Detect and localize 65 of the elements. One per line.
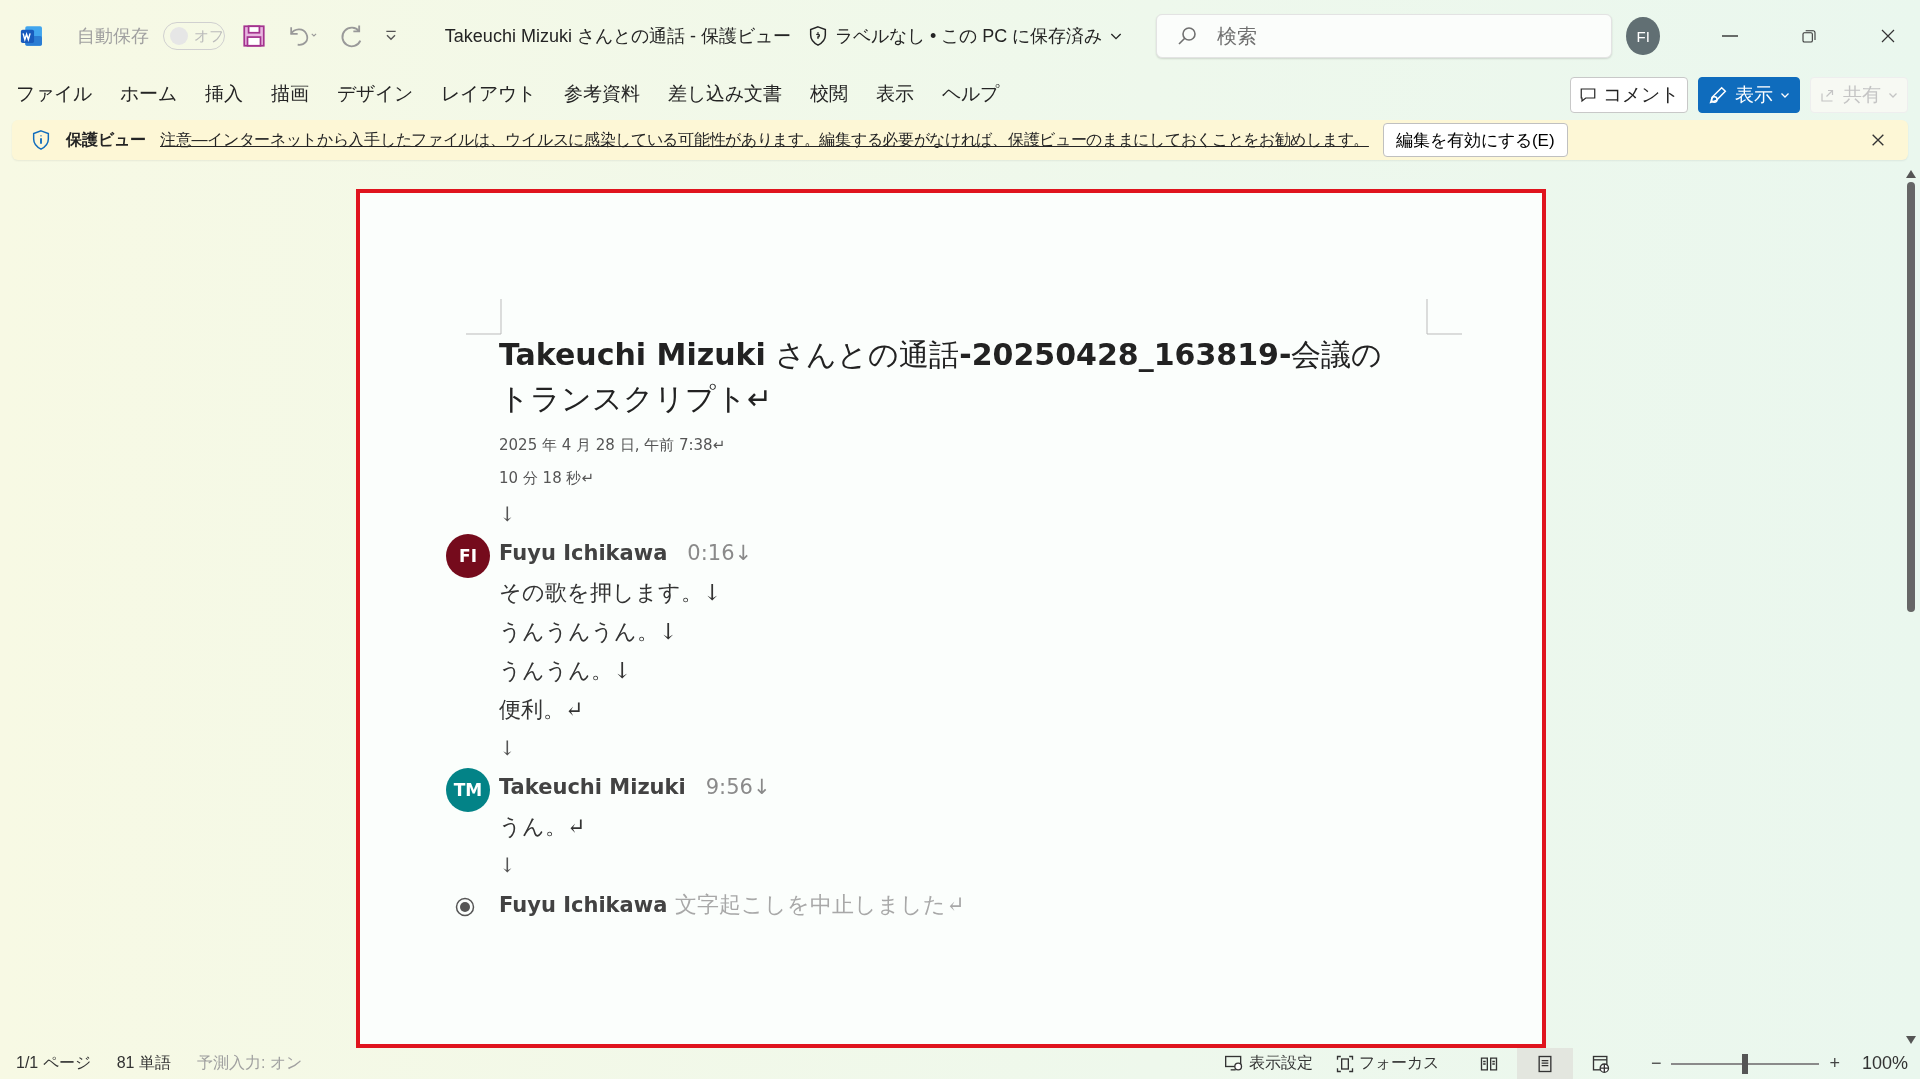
crop-mark <box>1426 299 1462 335</box>
label-status-button[interactable]: ラベルなし • この PC に保存済み <box>804 22 1127 50</box>
transcription-stopped-text: 文字起こしを中止しました↵ <box>675 891 965 919</box>
timestamp: 0:16↓ <box>687 540 753 567</box>
ribbon-tab[interactable]: デザイン <box>337 74 413 116</box>
zoom-percent[interactable]: 100% <box>1861 1053 1908 1074</box>
close-icon <box>1870 132 1886 148</box>
meeting-date: 2025 年 4 月 28 日, 午前 7:38↵ <box>499 435 727 456</box>
word-logo-icon[interactable] <box>20 24 43 48</box>
line-break-mark: ↓ <box>499 735 517 762</box>
speaker-avatar: TM <box>446 768 490 812</box>
autosave-label: 自動保存 <box>76 25 149 48</box>
comment-icon <box>1579 86 1597 104</box>
user-avatar[interactable]: FI <box>1626 17 1660 55</box>
document-title: Takeuchi Mizuki さんとの通話 - 保護ビュー <box>444 25 791 48</box>
transcript-line: うんうん。↓ <box>499 657 633 685</box>
display-settings-button[interactable]: 表示設定 <box>1222 1053 1313 1074</box>
line-break-mark: ↓ <box>499 852 517 879</box>
page-count[interactable]: 1/1 ページ <box>16 1053 91 1074</box>
message-link[interactable]: 注意—インターネットから入手したファイルは、ウイルスに感染している可能性があります。編集する必要がなければ、保護ビューのままにしておくことをお勧めします。 <box>160 129 1369 151</box>
floppy-icon <box>240 23 267 49</box>
document-heading: Takeuchi Mizuki さんとの通話-20250428_163819-会議のトランスクリプト↵ <box>499 336 1384 418</box>
crop-mark <box>466 299 502 335</box>
pen-icon <box>1707 84 1729 106</box>
line-break-mark: ↓ <box>499 501 517 528</box>
ribbon-tab[interactable]: レイアウト <box>441 74 536 116</box>
timestamp: 9:56↓ <box>705 774 771 801</box>
transcript-line: 便利。↵ <box>499 696 585 724</box>
speaker-avatar: FI <box>446 534 490 578</box>
transcript-line: その歌を押します。↓ <box>499 579 723 607</box>
speaker-name: Fuyu Ichikawa <box>499 540 668 567</box>
scroll-down-icon[interactable] <box>1906 1036 1916 1044</box>
transcript-line: うんうんうん。↓ <box>499 618 679 646</box>
restore-icon <box>1800 28 1817 44</box>
scroll-thumb[interactable] <box>1907 182 1915 612</box>
record-icon <box>455 897 475 917</box>
ribbon-tab[interactable]: 参考資料 <box>564 74 640 116</box>
zoom-in-button[interactable]: + <box>1829 1053 1840 1074</box>
ribbon-tab[interactable]: 差し込み文書 <box>668 74 782 116</box>
ribbon-tab[interactable]: 校閲 <box>810 74 848 116</box>
ribbon-tab[interactable]: ヘルプ <box>942 74 999 116</box>
view-button[interactable] <box>1516 1048 1573 1079</box>
ribbon-tab[interactable]: ファイル <box>16 74 92 116</box>
comment-button[interactable]: コメント <box>1570 77 1688 113</box>
info-icon <box>30 129 52 151</box>
word-count[interactable]: 81 単語 <box>116 1053 171 1074</box>
search-field[interactable]: 検索 <box>1156 14 1613 58</box>
minimize-icon <box>1722 35 1739 37</box>
transcript-line: うん。↵ <box>499 813 587 841</box>
scroll-up-icon[interactable] <box>1906 170 1916 178</box>
zoom-thumb[interactable] <box>1742 1053 1749 1074</box>
ribbon-tab[interactable]: ホーム <box>120 74 177 116</box>
speaker-name: Fuyu Ichikawa <box>499 892 668 919</box>
zoom-out-button[interactable]: − <box>1650 1053 1662 1074</box>
meeting-duration: 10 分 18 秒↵ <box>499 468 596 489</box>
ribbon-tab[interactable]: 描画 <box>271 74 309 116</box>
speaker-name: Takeuchi Mizuki <box>499 774 686 801</box>
view-mode-button[interactable]: 表示 <box>1698 77 1800 113</box>
focus-icon <box>1334 1053 1355 1074</box>
enable-editing-button[interactable]: 編集を有効にする(E) <box>1382 123 1568 157</box>
globe-page-icon <box>1590 1053 1611 1074</box>
focus-button[interactable]: フォーカス <box>1334 1053 1439 1074</box>
message-title: 保護ビュー <box>66 129 146 150</box>
ribbon-tab[interactable]: 表示 <box>876 74 914 116</box>
ribbon-tab[interactable]: 挿入 <box>205 74 243 116</box>
